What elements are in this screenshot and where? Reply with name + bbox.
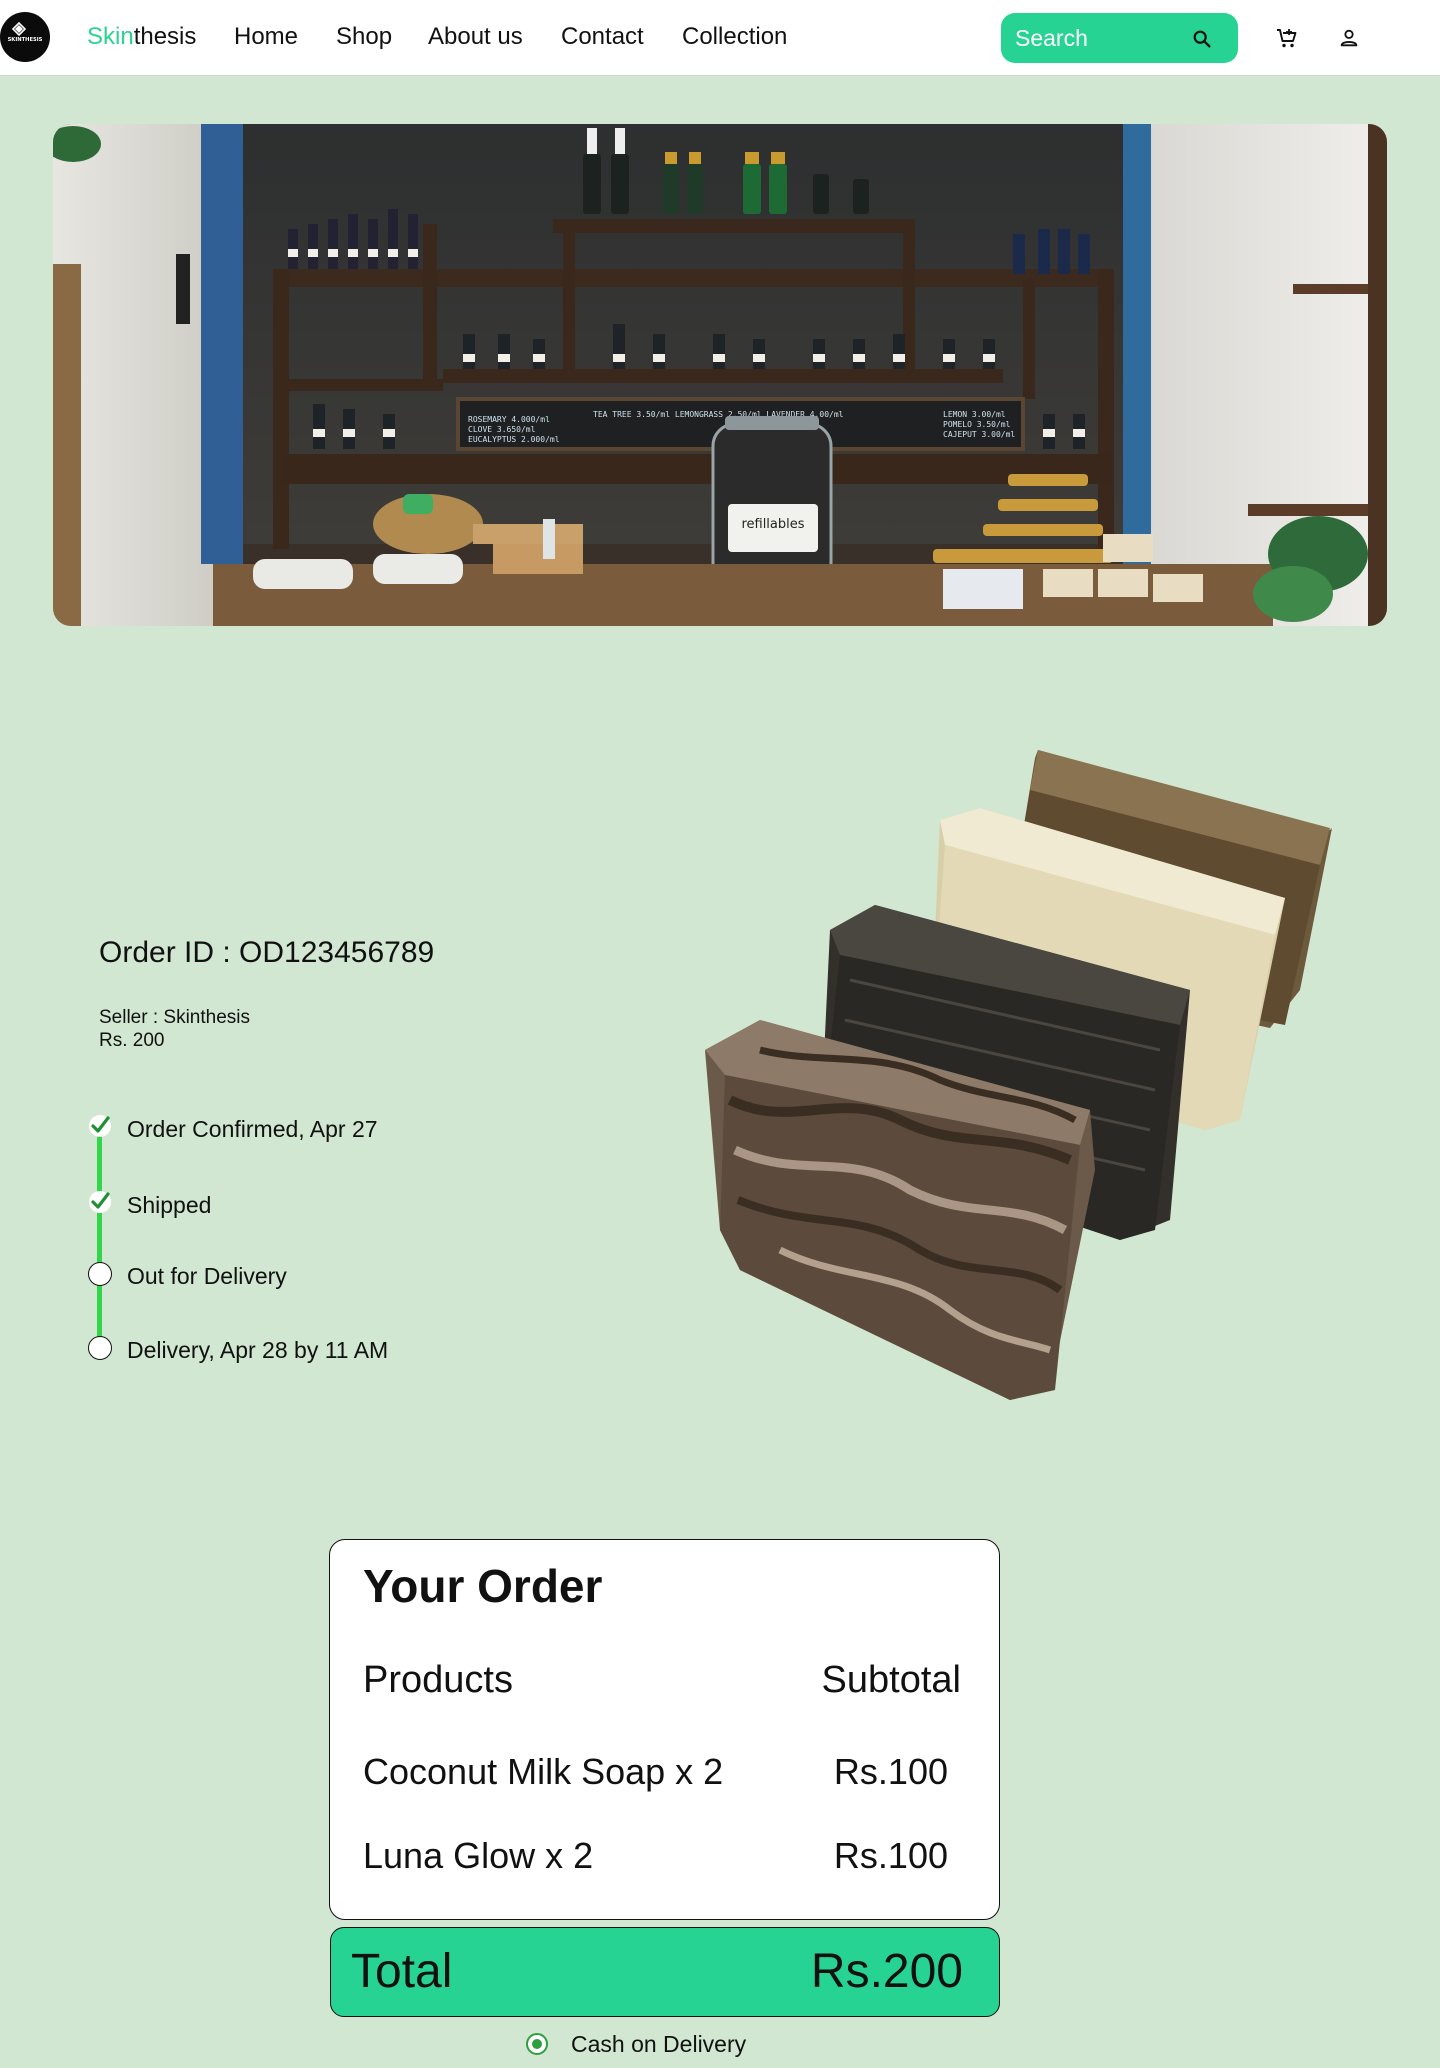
tracking-step-out-for-delivery: Out for Delivery (127, 1263, 287, 1289)
brand-name[interactable]: Skinthesis (87, 22, 196, 52)
svg-text:ROSEMARY 4.000/ml: ROSEMARY 4.000/ml (468, 415, 550, 424)
step-pending-circle-icon (88, 1336, 112, 1360)
search-button[interactable] (1188, 25, 1216, 53)
svg-text:LEMON 3.00/ml: LEMON 3.00/ml (943, 410, 1006, 419)
order-item-name: Luna Glow x 2 (363, 1835, 594, 1876)
nav-link-about-us[interactable]: About us (428, 22, 523, 52)
column-header-products: Products (363, 1659, 513, 1701)
step-pending-circle-icon (88, 1262, 112, 1286)
account-button[interactable] (1334, 23, 1364, 53)
product-image-soaps (700, 750, 1340, 1400)
search-input[interactable] (1015, 23, 1185, 53)
cart-icon (1277, 29, 1297, 48)
nav-link-contact[interactable]: Contact (561, 22, 644, 52)
svg-text:POMELO 3.50/ml: POMELO 3.50/ml (943, 420, 1011, 429)
order-item-subtotal: Rs.100 (833, 1751, 948, 1792)
user-icon (1340, 29, 1358, 47)
tracking-progress-line (97, 1128, 102, 1348)
order-summary-title: Your Order (363, 1560, 603, 1612)
order-seller: Seller : Skinthesis (99, 1007, 251, 1028)
brand-name-accent: Skin (87, 23, 134, 50)
order-id: Order ID : OD123456789 (99, 936, 435, 969)
tracking-step-shipped: Shipped (127, 1192, 212, 1218)
navbar: SKINTHESIS Skinthesis Home Shop About us… (0, 0, 1440, 76)
hero-image: ROSEMARY 4.000/ml CLOVE 3.650/ml EUCALYP… (53, 124, 1387, 626)
order-item-name: Coconut Milk Soap x 2 (363, 1751, 724, 1792)
payment-radio-selected[interactable] (526, 2033, 548, 2055)
search-icon (1193, 30, 1211, 48)
svg-text:EUCALYPTUS 2.000/ml: EUCALYPTUS 2.000/ml (468, 435, 560, 444)
nav-link-home[interactable]: Home (234, 22, 298, 52)
total-label: Total (351, 1945, 453, 1998)
column-header-subtotal: Subtotal (821, 1659, 961, 1701)
step-done-check-icon (89, 1115, 111, 1137)
svg-text:SKINTHESIS: SKINTHESIS (8, 37, 43, 43)
soap-bars-illustration (705, 750, 1332, 1400)
order-total-bar: Total Rs.200 (330, 1927, 1000, 2017)
brand-logo[interactable]: SKINTHESIS (0, 12, 50, 62)
svg-text:CLOVE 3.650/ml: CLOVE 3.650/ml (468, 425, 536, 434)
total-value: Rs.200 (810, 1945, 963, 1998)
order-item-subtotal: Rs.100 (833, 1835, 948, 1876)
payment-option-cash-on-delivery[interactable]: Cash on Delivery (524, 2029, 784, 2059)
step-done-check-icon (89, 1191, 111, 1213)
order-summary-card: Your Order Products Subtotal Coconut Mil… (329, 1539, 1000, 1920)
logo-icon: SKINTHESIS (1, 13, 49, 61)
hero-shop-shelves-illustration: ROSEMARY 4.000/ml CLOVE 3.650/ml EUCALYP… (53, 124, 1387, 626)
hero-jar-label: refillables (741, 517, 804, 532)
order-price: Rs. 200 (99, 1030, 165, 1051)
tracking-step-order-confirmed: Order Confirmed, Apr 27 (127, 1116, 378, 1142)
payment-option-label: Cash on Delivery (571, 2031, 747, 2057)
nav-link-shop[interactable]: Shop (336, 22, 392, 52)
brand-name-rest: thesis (133, 23, 197, 50)
nav-link-collection[interactable]: Collection (682, 22, 787, 52)
svg-text:CAJEPUT 3.00/ml: CAJEPUT 3.00/ml (943, 430, 1015, 439)
tracking-step-delivery: Delivery, Apr 28 by 11 AM (127, 1337, 389, 1363)
cart-button[interactable] (1272, 23, 1302, 53)
